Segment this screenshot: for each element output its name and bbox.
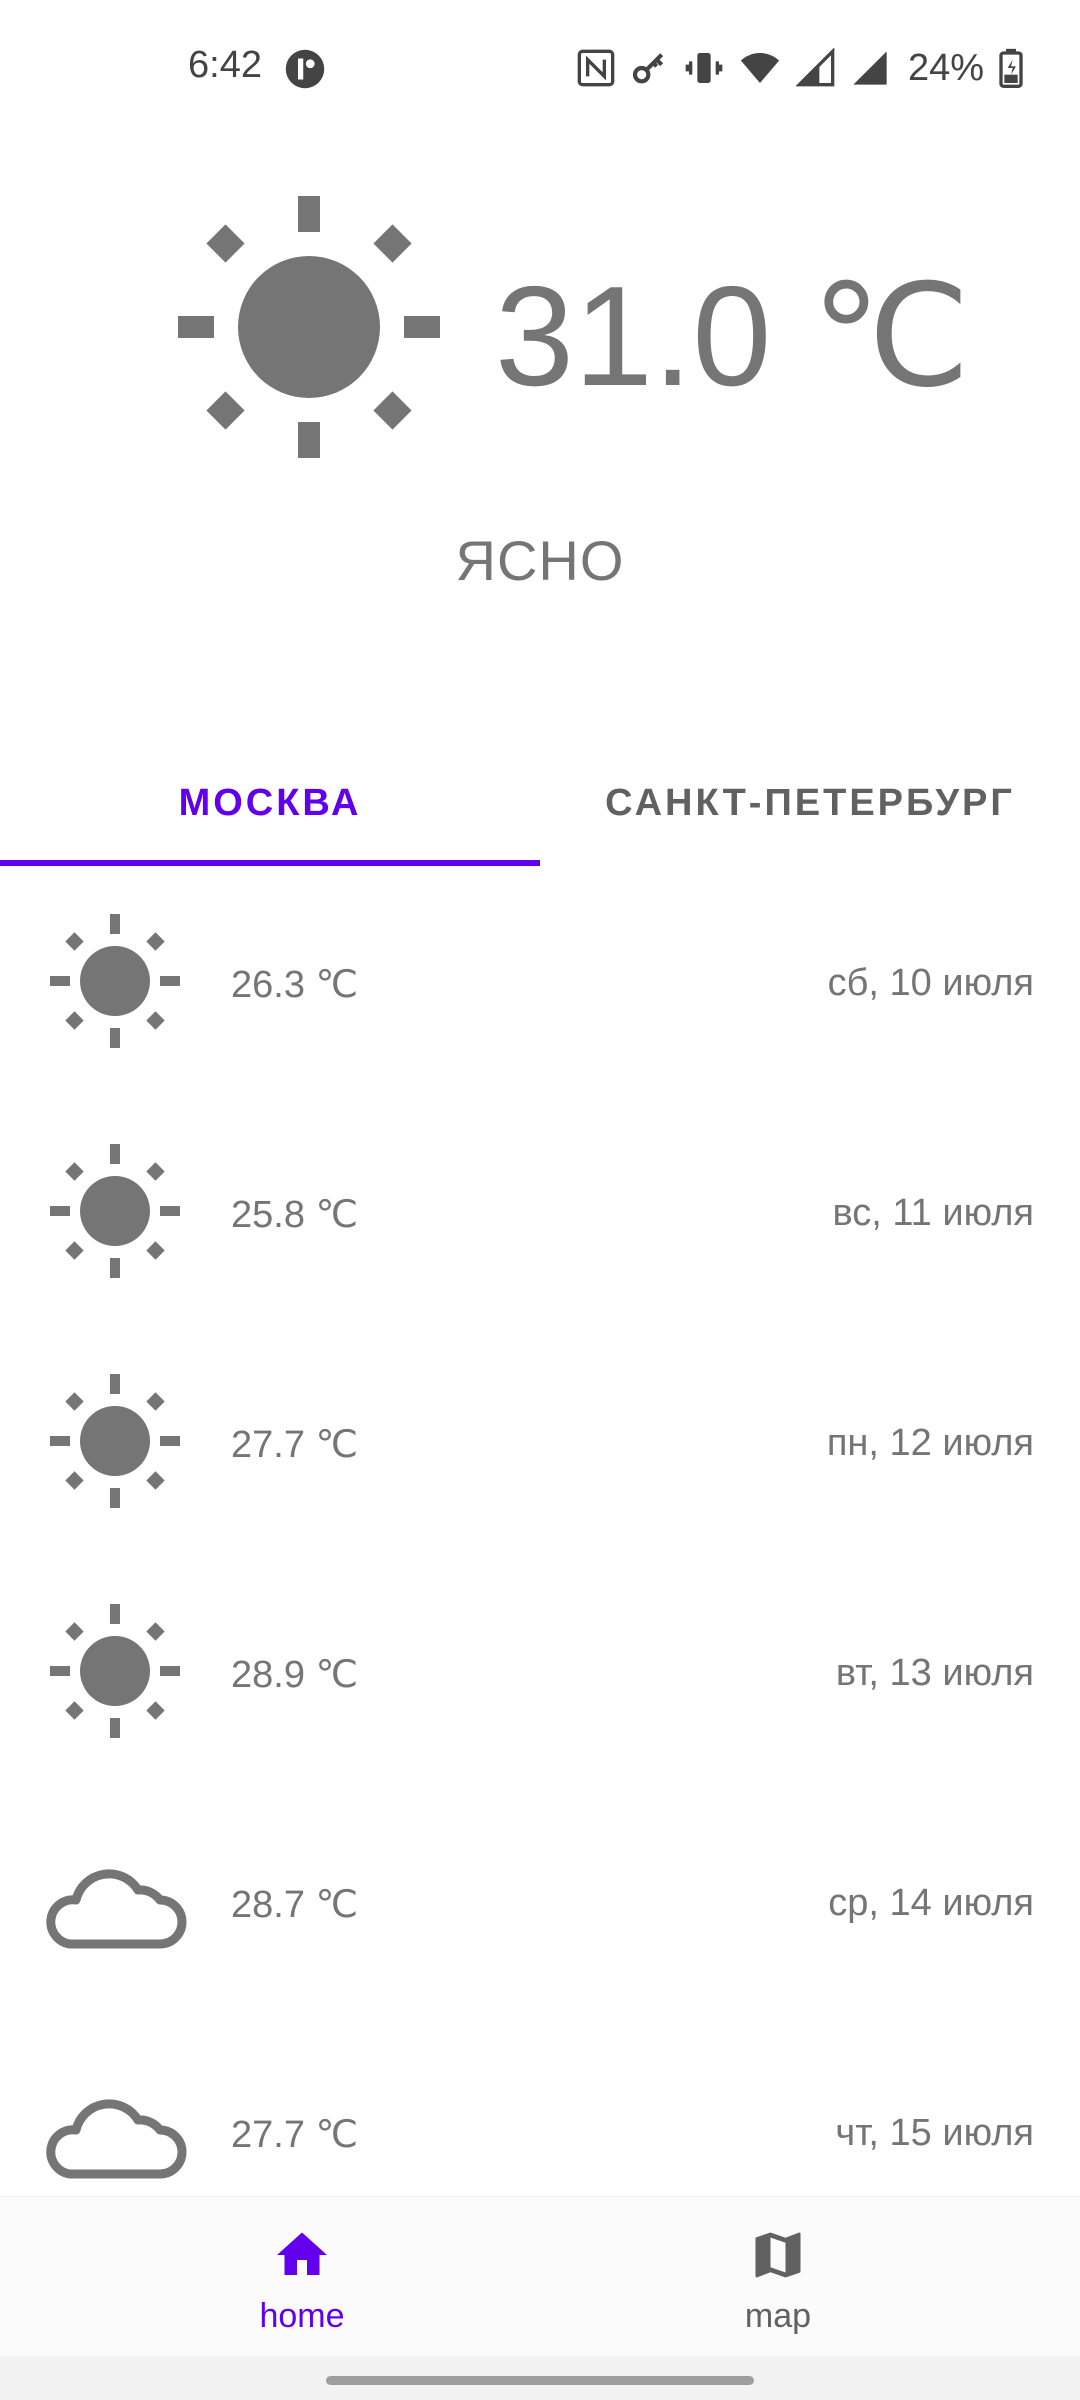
battery-percent: 24% [907,46,984,89]
forecast-temperature: 28.9 ℃ [231,1654,359,1696]
forecast-temperature: 25.8 ℃ [231,1194,359,1236]
app-notification-icon [285,49,325,89]
vibrate-icon [685,53,723,83]
nav-home-label: home [259,2297,345,2335]
signal-icon [853,51,887,85]
nav-map-label: map [744,2297,812,2335]
tab-label: МОСКВА [178,781,362,824]
gesture-handle[interactable] [326,2376,754,2385]
forecast-temperature: 28.7 ℃ [231,1884,359,1926]
status-icons: 24% [576,44,1024,92]
forecast-date: пн, 12 июля [826,1422,1034,1464]
forecast-date: вт, 13 июля [835,1652,1034,1694]
tab-label: САНКТ-ПЕТЕРБУРГ [605,781,1015,824]
cloud-icon [46,2099,187,2179]
tab-moscow[interactable]: МОСКВА [0,740,540,866]
list-item: 27.7 ℃ пн, 12 июля [0,1326,1080,1556]
cloud-icon [46,1869,187,1949]
nav-map-button[interactable]: map [508,2197,1048,2357]
sun-icon [178,196,440,458]
forecast-date: вс, 11 июля [832,1192,1034,1234]
forecast-temperature: 27.7 ℃ [231,2114,359,2156]
sun-icon [50,1144,180,1278]
tab-saint-petersburg[interactable]: САНКТ-ПЕТЕРБУРГ [540,740,1080,866]
list-item: 26.3 ℃ сб, 10 июля [0,866,1080,1096]
forecast-temperature: 26.3 ℃ [231,964,359,1006]
current-temperature: 31.0 ℃ [495,257,971,416]
status-time: 6:42 [188,44,262,86]
status-bar: 6:42 24% [0,0,1080,140]
battery-charging-icon [999,48,1023,88]
forecast-date: чт, 15 июля [835,2112,1034,2154]
city-tabs: МОСКВА САНКТ-ПЕТЕРБУРГ [0,740,1080,866]
gesture-bar-area [0,2356,1080,2400]
sun-icon [50,1374,180,1508]
nfc-icon [577,49,615,87]
list-item: 25.8 ℃ вс, 11 июля [0,1096,1080,1326]
signal-icon [795,48,835,87]
forecast-date: сб, 10 июля [827,962,1034,1004]
sun-icon [50,1604,180,1738]
current-condition: ЯСНО [455,529,625,592]
map-icon [755,2232,801,2278]
vpn-key-icon [632,53,664,84]
forecast-temperature: 27.7 ℃ [231,1424,359,1466]
list-item: 27.7 ℃ чт, 15 июля [0,2016,1080,2196]
forecast-list[interactable]: 26.3 ℃ сб, 10 июля 25.8 ℃ вс, 11 июля 27… [0,866,1080,2196]
sun-icon [50,914,180,1048]
forecast-date: ср, 14 июля [828,1882,1034,1924]
bottom-navigation: home map [0,2196,1080,2357]
list-item: 28.9 ℃ вт, 13 июля [0,1556,1080,1786]
wifi-icon [740,53,780,83]
list-item: 28.7 ℃ ср, 14 июля [0,1786,1080,2016]
nav-home-button[interactable]: home [32,2197,572,2357]
home-icon [277,2232,327,2275]
